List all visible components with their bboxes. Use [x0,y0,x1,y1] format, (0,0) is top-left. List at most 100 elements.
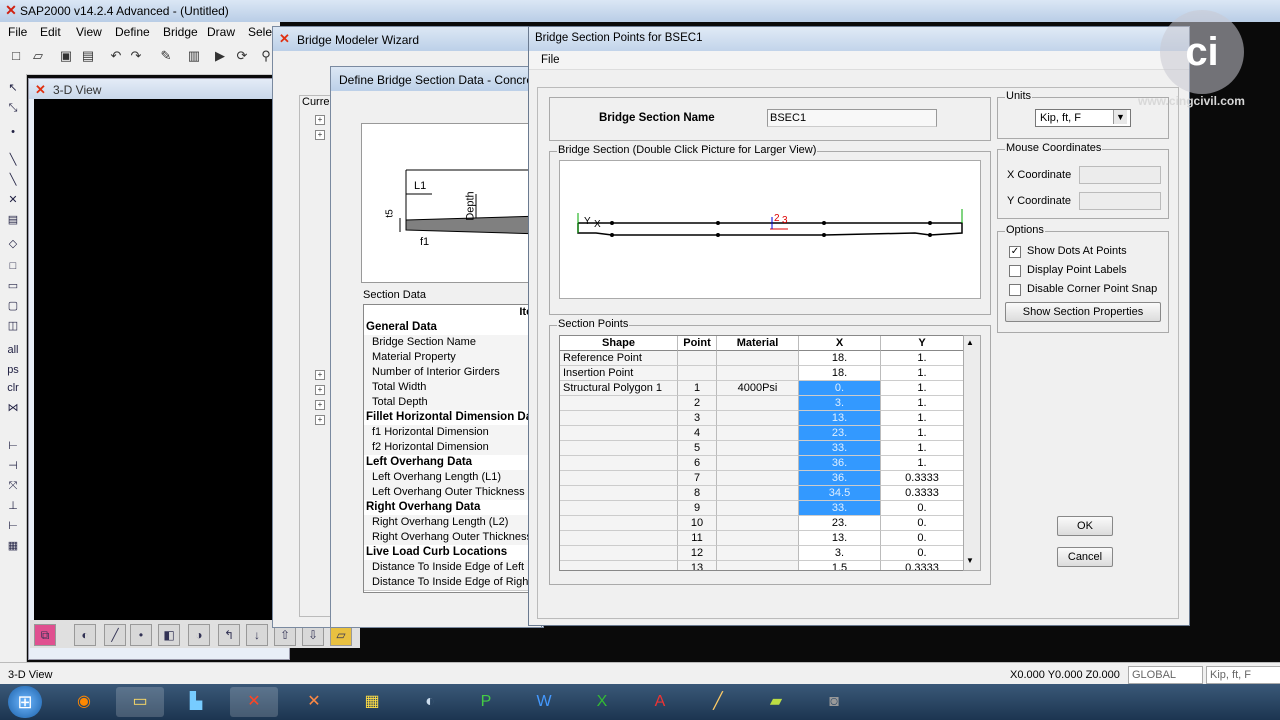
tree-expand-icon[interactable]: + [315,400,325,410]
disc-app-icon[interactable]: ◐ [406,687,454,717]
point-cell[interactable]: 12 [678,546,717,561]
display-point-labels-checkbox[interactable] [1009,265,1021,277]
draw-area-icon[interactable]: □ [5,258,21,274]
x-cell[interactable]: 36. [799,456,881,471]
material-cell[interactable] [717,486,799,501]
point-cell[interactable]: 5 [678,441,717,456]
x-cell[interactable]: 23. [799,516,881,531]
show-dots-checkbox[interactable]: ✓ [1009,246,1021,258]
scroll-down-icon[interactable]: ▼ [966,556,974,565]
pencil-icon[interactable]: ✎ [158,48,174,64]
menu-file[interactable]: File [8,25,27,39]
material-cell[interactable] [717,366,799,381]
x-cell[interactable]: 13. [799,531,881,546]
y-cell[interactable]: 1. [881,366,964,381]
redo-icon[interactable]: ↷ [128,48,144,64]
show-section-properties-button[interactable]: Show Section Properties [1005,302,1161,322]
draw-link-icon[interactable]: ▤ [5,212,21,228]
material-cell[interactable] [717,396,799,411]
x-cell[interactable]: 13. [799,411,881,426]
shape-cell[interactable] [560,501,678,516]
material-cell[interactable] [717,501,799,516]
y-cell[interactable]: 0. [881,546,964,561]
y-cell[interactable]: 1. [881,441,964,456]
bridge-section-canvas[interactable]: Y X 2 3 [559,160,981,299]
lock-icon[interactable]: ▥ [186,48,202,64]
ok-button[interactable]: OK [1057,516,1113,536]
x-cell[interactable]: 1.5 [799,561,881,570]
draw-rect-icon[interactable]: ▭ [5,278,21,294]
refresh-icon[interactable]: ⟳ [234,48,250,64]
notes-app-icon[interactable]: ▰ [752,687,800,717]
material-cell[interactable] [717,561,799,570]
material-cell[interactable] [717,546,799,561]
status-units-select[interactable]: Kip, ft, F [1206,666,1280,684]
x-cell[interactable]: 3. [799,546,881,561]
shape-cell[interactable] [560,531,678,546]
material-cell[interactable] [717,351,799,366]
shape-cell[interactable]: Reference Point [560,351,678,366]
point-cell[interactable]: 1 [678,381,717,396]
y-cell[interactable]: 1. [881,396,964,411]
select-previous-icon[interactable]: ps [5,362,21,378]
section-data-item-row[interactable]: f1 Horizontal Dimension [364,425,542,441]
material-cell[interactable] [717,426,799,441]
draw-quad-icon[interactable]: ▢ [5,298,21,314]
cancel-button[interactable]: Cancel [1057,547,1113,567]
snap-line-icon[interactable]: ⊢ [5,518,21,534]
x-cell[interactable]: 33. [799,441,881,456]
shape-cell[interactable]: Insertion Point [560,366,678,381]
shape-cell[interactable] [560,471,678,486]
y-cell[interactable]: 0. [881,531,964,546]
point-cell[interactable]: 13 [678,561,717,570]
bsp-menu-file[interactable]: File [541,54,560,66]
snap-grid-icon[interactable]: ▦ [5,538,21,554]
draw-point-icon[interactable]: • [5,124,21,140]
intersect-icon[interactable]: ⋈ [5,400,21,416]
x-cell[interactable]: 18. [799,366,881,381]
explorer-icon[interactable]: ▭ [116,687,164,717]
rotate-icon[interactable]: ◧ [158,624,180,646]
shape-cell[interactable] [560,411,678,426]
point-icon[interactable]: • [130,624,152,646]
pan-icon[interactable]: ╱ [104,624,126,646]
point-cell[interactable]: 10 [678,516,717,531]
undo-icon[interactable]: ↶ [108,48,124,64]
x-cell[interactable]: 34.5 [799,486,881,501]
x-cell[interactable]: 23. [799,426,881,441]
section-data-item-row[interactable]: Left Overhang Length (L1) [364,470,542,486]
chevron-down-icon[interactable]: ▼ [1113,110,1127,124]
menu-draw[interactable]: Draw [207,25,235,39]
x-cell[interactable]: 3. [799,396,881,411]
display-options-icon[interactable]: ⧉ [34,624,56,646]
point-cell[interactable]: 4 [678,426,717,441]
section-data-item-row[interactable]: Distance To Inside Edge of Right L [364,575,542,591]
scroll-up-icon[interactable]: ▲ [966,338,974,347]
point-cell[interactable]: 7 [678,471,717,486]
y-cell[interactable]: 1. [881,456,964,471]
point-cell[interactable]: 3 [678,411,717,426]
shape-cell[interactable]: Structural Polygon 1 [560,381,678,396]
x-cell[interactable]: 18. [799,351,881,366]
snap-end-icon[interactable]: ⊣ [5,458,21,474]
draw-poly-icon[interactable]: ◇ [5,236,21,252]
y-cell[interactable]: 1. [881,411,964,426]
x-cell[interactable]: 36. [799,471,881,486]
section-data-item-row[interactable]: Material Property [364,350,542,366]
point-cell[interactable] [678,351,717,366]
publisher-icon[interactable]: P [462,687,510,717]
coordinate-system-select[interactable]: GLOBAL [1128,666,1203,684]
menu-edit[interactable]: Edit [40,25,61,39]
y-cell[interactable]: 0.3333 [881,471,964,486]
shape-cell[interactable] [560,426,678,441]
shape-cell[interactable] [560,456,678,471]
snap-perp-icon[interactable]: ⊥ [5,498,21,514]
material-cell[interactable] [717,516,799,531]
section-data-item-row[interactable]: f2 Horizontal Dimension [364,440,542,456]
material-cell[interactable] [717,411,799,426]
shape-cell[interactable] [560,486,678,501]
y-cell[interactable]: 0.3333 [881,561,964,570]
y-cell[interactable]: 0.3333 [881,486,964,501]
menu-bridge[interactable]: Bridge [163,25,198,39]
draw-solid-icon[interactable]: ◫ [5,318,21,334]
